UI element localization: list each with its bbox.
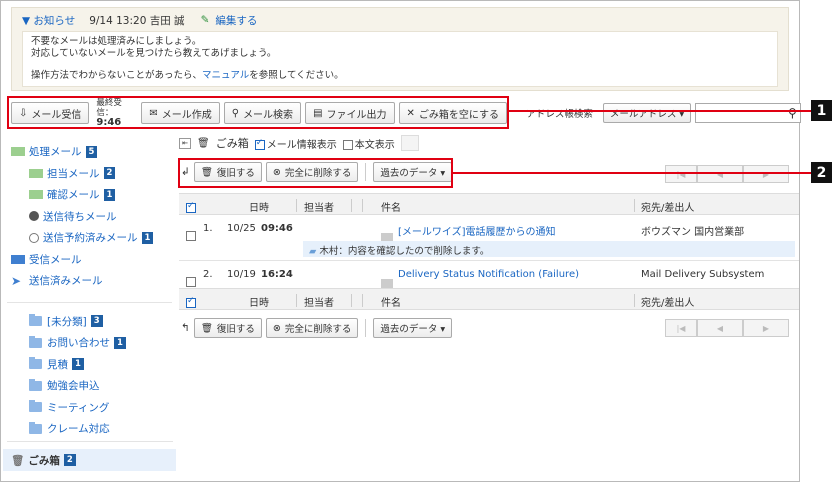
notice-line: 不要なメールは処理済みにしましょう。	[31, 36, 202, 47]
row-time: 16:24	[261, 269, 293, 280]
paper-plane-icon: ➤	[11, 273, 22, 288]
col-assignee[interactable]: 担当者	[304, 199, 334, 214]
restore-icon: 🗑	[200, 322, 213, 334]
sidebar-item-received[interactable]: 受信メール	[3, 249, 176, 271]
folder-icon	[29, 378, 42, 391]
notice-body: 不要なメールは処理済みにしましょう。 対応していないメールを見つけたら教えてあげ…	[22, 31, 778, 87]
notice-edit-link[interactable]: 編集する	[215, 13, 257, 28]
delete-permanently-button[interactable]: ⊗ 完全に削除する	[265, 318, 359, 338]
next-page-button[interactable]: ▶	[743, 165, 789, 183]
notice-line: を参照してください。	[249, 70, 344, 81]
restore-button[interactable]: 🗑 復旧する	[193, 318, 262, 338]
folder-icon	[29, 357, 42, 370]
callout-line-2	[452, 172, 812, 174]
action-row-bottom: ↰ 🗑 復旧する ⊗ 完全に削除する 過去のデータ ▾	[181, 318, 453, 338]
row-number: 1.	[203, 223, 213, 234]
manual-link[interactable]: マニュアル	[202, 70, 249, 81]
sidebar-folder-estimate[interactable]: 見積 1	[3, 354, 176, 376]
col-assignee[interactable]: 担当者	[304, 294, 334, 309]
mail-info-checkbox[interactable]: メール情報表示	[254, 136, 337, 151]
sidebar-folder-meeting[interactable]: ミーティング	[3, 397, 176, 419]
callout-box-2	[178, 158, 453, 188]
sidebar-item-sent[interactable]: ➤ 送信済みメール	[3, 270, 176, 292]
notice-line: 操作方法でわからないことがあったら、	[31, 70, 203, 81]
row-recipient: ボウズマン 国内営業部	[641, 227, 745, 238]
row-number: 2.	[203, 269, 213, 280]
first-page-button[interactable]: |◀	[665, 165, 697, 183]
prev-page-button[interactable]: ◀	[697, 319, 743, 337]
folder-icon	[29, 314, 42, 327]
view-options: ⇤ 🗑 ごみ箱 メール情報表示 本文表示	[179, 135, 419, 151]
callout-box-1	[7, 96, 509, 129]
row-subject-link[interactable]: Delivery Status Notification (Failure)	[398, 269, 579, 280]
first-page-button[interactable]: |◀	[665, 319, 697, 337]
past-data-button[interactable]: 過去のデータ ▾	[373, 318, 453, 338]
folder-icon	[29, 335, 42, 348]
folder-icon	[29, 421, 42, 434]
delete-icon: ⊗	[272, 322, 281, 334]
prev-page-button[interactable]: ◀	[697, 165, 743, 183]
callout-1: 1	[811, 100, 832, 121]
notice-toggle[interactable]: ▼ お知らせ	[22, 13, 75, 28]
table-row[interactable]: 1. 10/25 09:46 [メールワイズ]電話履歴からの通知 ボウズマン 国…	[179, 215, 799, 243]
col-recipient[interactable]: 宛先/差出人	[641, 199, 694, 214]
col-date[interactable]: 日時	[249, 199, 269, 214]
notice-meta: 9/14 13:20 吉田 誠	[89, 14, 185, 27]
body-checkbox[interactable]: 本文表示	[342, 136, 395, 151]
col-recipient[interactable]: 宛先/差出人	[641, 294, 694, 309]
select-all-checkbox[interactable]	[186, 198, 198, 213]
sidebar-folder-uncategorized[interactable]: [未分類] 3	[3, 311, 176, 333]
next-page-button[interactable]: ▶	[743, 319, 789, 337]
sidebar-item-assigned[interactable]: 担当メール 2	[3, 163, 176, 185]
address-type-select[interactable]: メールアドレス ▾	[602, 103, 692, 123]
notice-panel: ▼ お知らせ 9/14 13:20 吉田 誠 ✎ 編集する 不要なメールは処理済…	[11, 7, 789, 91]
col-subject[interactable]: 件名	[381, 199, 401, 214]
select-all-checkbox[interactable]	[186, 293, 198, 308]
callout-2: 2	[811, 162, 832, 183]
folder-title: ごみ箱	[215, 137, 249, 150]
notice-line: 対応していないメールを見つけたら教えてあげましょう。	[31, 48, 277, 59]
search-input[interactable]: ⚲	[695, 103, 801, 123]
processing-mail-icon	[11, 147, 25, 157]
return-icon: ↰	[181, 322, 190, 334]
callout-line-1	[508, 110, 812, 112]
row-subject-link[interactable]: [メールワイズ]電話履歴からの通知	[398, 223, 556, 238]
col-subject[interactable]: 件名	[381, 294, 401, 309]
trash-icon: 🗑	[11, 454, 25, 467]
trash-icon: 🗑	[197, 137, 210, 149]
edit-icon: ✎	[200, 14, 210, 26]
col-date[interactable]: 日時	[249, 294, 269, 309]
search-icon[interactable]: ⚲	[788, 106, 797, 120]
memo-icon: ▰	[309, 246, 317, 257]
folder-icon	[29, 400, 42, 413]
row-date: 10/25	[227, 223, 256, 234]
sidebar-item-processing[interactable]: 処理メール 5	[3, 141, 176, 163]
sidebar-item-confirm[interactable]: 確認メール 1	[3, 184, 176, 206]
collapse-sidebar-icon[interactable]: ⇤	[179, 137, 191, 149]
waiting-mail-icon	[29, 211, 39, 222]
address-search-button[interactable]: アドレス帳検索	[520, 103, 599, 123]
inbox-icon	[11, 254, 25, 264]
sidebar-folder-complaint[interactable]: クレーム対応	[3, 418, 176, 440]
preview-toggle-button[interactable]	[400, 135, 419, 151]
sidebar-item-scheduled[interactable]: 送信予約済みメール 1	[3, 227, 176, 249]
sidebar-folder-study[interactable]: 勉強会申込	[3, 375, 176, 397]
table-row[interactable]: 2. 10/19 16:24 Delivery Status Notificat…	[179, 260, 799, 288]
table-header: 日時 担当者 件名 宛先/差出人	[179, 193, 799, 215]
pager-bottom: |◀ ◀ ▶	[665, 319, 789, 337]
sidebar-item-waiting[interactable]: 送信待ちメール	[3, 206, 176, 228]
folder-sidebar: 処理メール 5 担当メール 2 確認メール 1 送信待ちメール 送信予約済みメール 1 …	[3, 141, 176, 440]
clock-icon	[29, 232, 39, 243]
row-date: 10/19	[227, 269, 256, 280]
memo-bar: ▰ 木村：内容を確認したので削除します。	[303, 241, 795, 257]
app-frame: ▼ お知らせ 9/14 13:20 吉田 誠 ✎ 編集する 不要なメールは処理済…	[0, 0, 801, 482]
assigned-mail-icon	[29, 168, 43, 178]
row-recipient: Mail Delivery Subsystem	[641, 269, 765, 280]
confirm-mail-icon	[29, 190, 43, 200]
sidebar-folder-inquiry[interactable]: お問い合わせ 1	[3, 332, 176, 354]
table-header-bottom: 日時 担当者 件名 宛先/差出人	[179, 288, 799, 310]
row-time: 09:46	[261, 223, 293, 234]
pager-top: |◀ ◀ ▶	[665, 165, 789, 183]
sidebar-item-trash[interactable]: 🗑 ごみ箱 2	[3, 449, 176, 471]
